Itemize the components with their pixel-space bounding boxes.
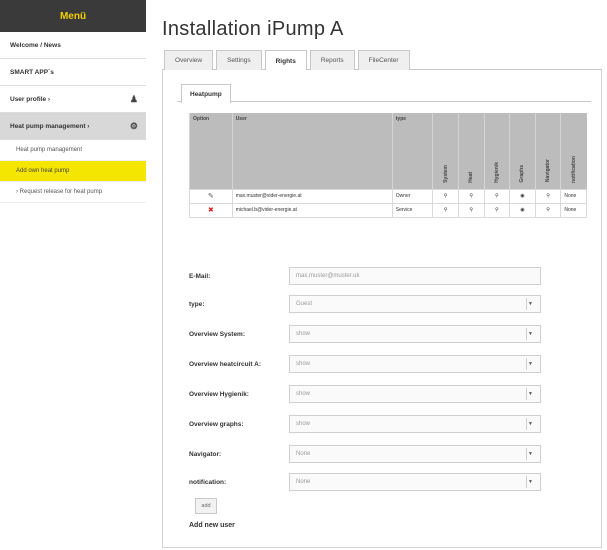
permission-cell[interactable]: ⚲ <box>534 202 562 218</box>
type-select-value: Guest <box>296 301 313 307</box>
tab-filecenter[interactable]: FileCenter <box>357 50 410 70</box>
overview-hygienik-label: Overview Hygienik: <box>189 390 249 398</box>
sidebar-item-label: User profile › <box>10 95 51 103</box>
add-new-user-label: Add new user <box>189 522 235 529</box>
chevron-down-icon: ▼ <box>526 418 534 430</box>
notification-value: None <box>296 479 311 485</box>
overview-heatcircuit-select[interactable]: show ▼ <box>289 355 541 373</box>
type-cell: Service <box>391 202 434 218</box>
overview-graphs-label: Overview graphs: <box>189 420 244 428</box>
gear-icon: ⚙ <box>129 120 138 131</box>
permission-cell[interactable]: ⚲ <box>534 188 562 204</box>
sidebar-subitem-request-release[interactable]: › Request release for heat pump <box>0 182 146 203</box>
overview-heatcircuit-row: Overview heatcircuit A: show ▼ <box>189 354 549 374</box>
overview-graphs-value: show <box>296 421 311 427</box>
column-header-graphs: Graphs <box>509 113 536 189</box>
sidebar: Menü Welcome / News SMART APP´s User pro… <box>0 0 146 550</box>
tab-bar: Overview Settings Rights Reports FileCen… <box>162 48 602 71</box>
add-button[interactable]: add <box>195 498 217 514</box>
column-header-hygienik: Hygienik <box>483 113 510 189</box>
chevron-down-icon: ▼ <box>526 476 534 488</box>
overview-hygienik-select[interactable]: show ▼ <box>289 385 541 403</box>
navigator-label: Navigator: <box>189 450 222 458</box>
permission-cell[interactable]: ◉ <box>509 188 536 204</box>
column-header-type: type <box>391 113 433 189</box>
edit-icon[interactable]: ✎ <box>208 193 214 200</box>
type-label: type: <box>189 300 205 308</box>
type-cell: Owner <box>391 188 434 204</box>
overview-heatcircuit-label: Overview heatcircuit A: <box>189 360 262 368</box>
permission-cell[interactable]: ⚲ <box>457 188 485 204</box>
chevron-down-icon: ▼ <box>526 388 534 400</box>
page-title: Installation iPump A <box>162 18 344 40</box>
overview-system-label: Overview System: <box>189 330 246 338</box>
tab-overview[interactable]: Overview <box>164 50 214 70</box>
notification-label: notification: <box>189 478 227 486</box>
sidebar-item-smart-apps[interactable]: SMART APP´s <box>0 59 146 86</box>
sidebar-subitem-heat-pump-management[interactable]: Heat pump management <box>0 140 146 161</box>
sidebar-item-label: Welcome / News <box>10 41 61 49</box>
permission-cell[interactable]: ⚲ <box>457 202 485 218</box>
table-row: ✎ max.muster@vider-energie.at Owner ⚲ ⚲ … <box>189 188 587 204</box>
delete-icon[interactable]: ✖ <box>208 207 214 214</box>
user-cell: max.muster@vider-energie.at <box>231 188 393 204</box>
column-header-notification: notification <box>560 113 587 189</box>
overview-system-row: Overview System: show ▼ <box>189 324 549 344</box>
notification-cell: None <box>560 188 587 204</box>
user-cell: michael.b@vider-energie.at <box>231 202 393 218</box>
overview-graphs-row: Overview graphs: show ▼ <box>189 414 549 434</box>
chevron-down-icon: ▼ <box>526 448 534 460</box>
chevron-down-icon: ▼ <box>526 358 534 370</box>
overview-hygienik-row: Overview Hygienik: show ▼ <box>189 384 549 404</box>
sidebar-item-welcome[interactable]: Welcome / News <box>0 32 146 59</box>
overview-hygienik-value: show <box>296 391 311 397</box>
navigator-value: None <box>296 451 311 457</box>
users-table: Option User type System Heat Hygienik Gr… <box>189 113 587 218</box>
sidebar-item-user-profile[interactable]: User profile › ♟ <box>0 86 146 113</box>
permission-cell[interactable]: ⚲ <box>483 188 511 204</box>
subtab-heatpump[interactable]: Heatpump <box>181 84 231 103</box>
email-label: E-Mail: <box>189 272 211 280</box>
option-cell: ✎ <box>189 188 233 204</box>
sidebar-item-heat-pump-management[interactable]: Heat pump management › ⚙ <box>0 113 146 140</box>
column-header-option: Option <box>189 113 233 189</box>
overview-system-select[interactable]: show ▼ <box>289 325 541 343</box>
permission-cell[interactable]: ⚲ <box>432 202 459 218</box>
tab-settings[interactable]: Settings <box>216 50 262 70</box>
sidebar-subitem-add-heat-pump[interactable]: Add own heat pump <box>0 161 146 182</box>
table-row: ✖ michael.b@vider-energie.at Service ⚲ ⚲… <box>189 202 587 218</box>
chevron-down-icon: ▼ <box>526 328 534 340</box>
permission-cell[interactable]: ⚲ <box>483 202 511 218</box>
notification-row: notification: None ▼ <box>189 472 549 492</box>
chevron-down-icon: ▼ <box>526 298 534 310</box>
type-select[interactable]: Guest ▼ <box>289 295 541 313</box>
user-icon: ♟ <box>129 93 138 104</box>
type-row: type: Guest ▼ <box>189 294 549 314</box>
column-header-user: User <box>231 113 393 189</box>
permission-cell[interactable]: ◉ <box>509 202 536 218</box>
rights-panel: Heatpump Option User type System Heat Hy… <box>162 70 602 548</box>
navigator-select[interactable]: None ▼ <box>289 445 541 463</box>
overview-graphs-select[interactable]: show ▼ <box>289 415 541 433</box>
option-cell: ✖ <box>189 202 233 218</box>
column-header-heat: Heat <box>457 113 485 189</box>
overview-heatcircuit-value: show <box>296 361 311 367</box>
permission-cell[interactable]: ⚲ <box>432 188 459 204</box>
tab-reports[interactable]: Reports <box>309 50 355 70</box>
navigator-row: Navigator: None ▼ <box>189 444 549 464</box>
column-header-navigator: Navigator <box>534 113 561 189</box>
tab-rights[interactable]: Rights <box>264 50 307 71</box>
overview-system-value: show <box>296 331 311 337</box>
notification-select[interactable]: None ▼ <box>289 473 541 491</box>
column-header-system: System <box>432 113 459 189</box>
sidebar-item-label: Heat pump management › <box>10 122 90 130</box>
email-row: E-Mail: max.muster@muster.uk <box>189 266 549 286</box>
subtab-bar: Heatpump <box>177 82 591 103</box>
sidebar-item-label: SMART APP´s <box>10 68 54 76</box>
email-field[interactable]: max.muster@muster.uk <box>289 267 541 285</box>
notification-cell: None <box>560 202 587 218</box>
menu-header: Menü <box>0 0 146 32</box>
